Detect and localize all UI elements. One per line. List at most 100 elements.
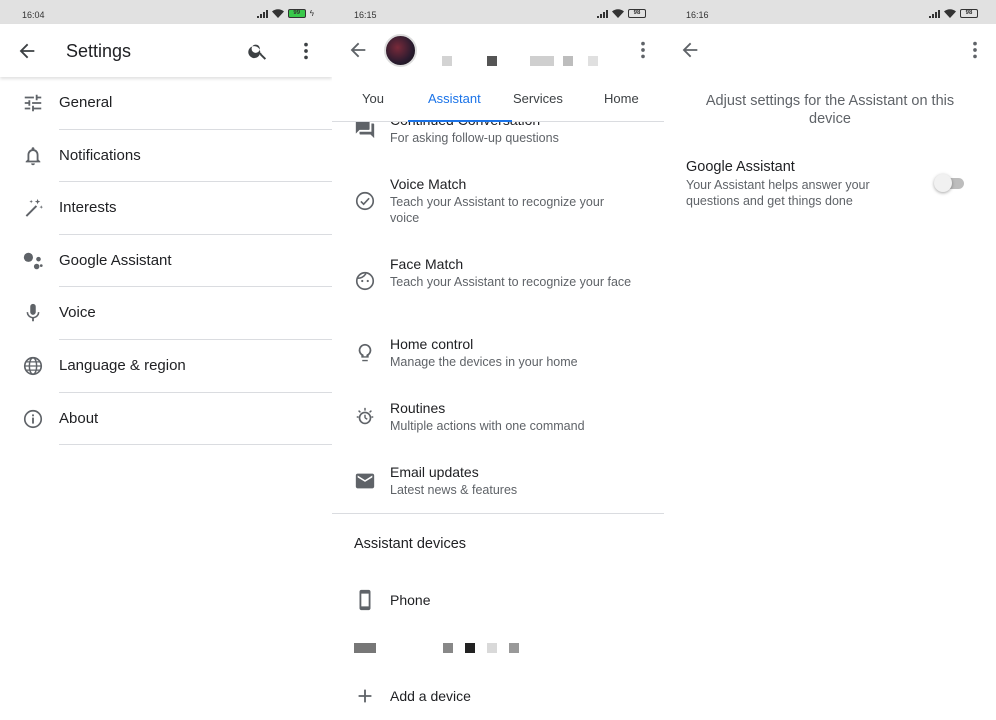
item-subtitle: Latest news & features <box>390 483 518 497</box>
bell-icon <box>22 145 44 167</box>
settings-item-notifications[interactable]: Notifications <box>0 130 332 183</box>
more-vert-icon[interactable] <box>632 39 654 61</box>
divider <box>59 444 332 446</box>
routines-icon <box>354 406 376 428</box>
google-assistant-toggle[interactable] <box>934 174 966 192</box>
settings-item-label: About <box>59 409 99 427</box>
setting-subtitle: Your Assistant helps answer your questio… <box>686 178 870 208</box>
settings-item-about[interactable]: About <box>0 393 332 446</box>
globe-icon <box>22 355 44 377</box>
toggle-thumb <box>934 174 952 192</box>
signal-icon <box>929 9 940 18</box>
settings-item-label: Voice <box>59 304 96 322</box>
item-title: Face Match <box>390 256 464 272</box>
assistant-settings-screen: 16:15 98 You Assistant Services Home For… <box>332 0 664 720</box>
status-time: 16:16 <box>686 10 709 20</box>
settings-item-label: General <box>59 94 113 111</box>
settings-screen: 16:04 99 ϟ Settings General Notification… <box>0 0 332 720</box>
redacted-account-block <box>530 56 554 66</box>
list-item-voice-match[interactable]: Voice Match Teach your Assistant to reco… <box>332 176 664 236</box>
wifi-icon <box>271 9 284 18</box>
lightbulb-icon <box>354 342 376 364</box>
plus-icon <box>354 685 376 707</box>
tab-bar: You Assistant Services Home <box>332 84 664 122</box>
tab-services[interactable]: Services <box>513 91 563 106</box>
redacted-account-block <box>442 56 452 66</box>
settings-item-interests[interactable]: Interests <box>0 182 332 235</box>
back-arrow-icon[interactable] <box>347 39 369 61</box>
device-item-phone[interactable]: Phone <box>332 588 664 618</box>
back-arrow-icon[interactable] <box>16 40 38 62</box>
redacted-device-block <box>354 643 376 653</box>
signal-icon <box>256 9 268 18</box>
magic-wand-icon <box>22 197 44 219</box>
divider <box>332 513 664 514</box>
list-item-routines[interactable]: Routines Multiple actions with one comma… <box>332 400 664 444</box>
item-subtitle: Teach your Assistant to recognize your f… <box>390 275 632 289</box>
signal-icon <box>597 9 608 18</box>
list-item-face-match[interactable]: Face Match Teach your Assistant to recog… <box>332 256 664 316</box>
redacted-device-block <box>509 643 519 653</box>
settings-item-label: Interests <box>59 199 117 217</box>
device-label: Phone <box>390 592 431 608</box>
status-time: 16:04 <box>22 10 45 20</box>
settings-item-language-region[interactable]: Language & region <box>0 340 332 393</box>
setting-title: Google Assistant <box>686 159 795 175</box>
status-bar: 16:16 98 <box>664 0 996 24</box>
page-title: Settings <box>66 41 132 61</box>
charging-icon: ϟ <box>309 9 314 18</box>
wifi-icon <box>612 9 624 18</box>
status-time: 16:15 <box>354 10 377 20</box>
settings-item-label: Notifications <box>59 146 141 164</box>
item-title: Voice Match <box>390 176 467 192</box>
redacted-account-block <box>563 56 573 66</box>
back-arrow-icon[interactable] <box>679 39 701 61</box>
settings-item-general[interactable]: General <box>0 77 332 130</box>
tab-home[interactable]: Home <box>604 91 639 106</box>
active-tab-indicator <box>408 120 512 122</box>
settings-item-voice[interactable]: Voice <box>0 287 332 340</box>
item-title: Routines <box>390 400 446 416</box>
status-bar: 16:04 99 ϟ <box>0 0 332 24</box>
app-bar <box>332 24 664 80</box>
item-subtitle: For asking follow-up questions <box>390 131 559 145</box>
settings-item-google-assistant[interactable]: Google Assistant <box>0 235 332 288</box>
battery-indicator: 99 <box>287 9 306 18</box>
voice-match-icon <box>354 190 376 212</box>
item-title: Home control <box>390 336 474 352</box>
screen-description: Adjust settings for the Assistant on thi… <box>705 93 955 127</box>
account-avatar[interactable] <box>384 34 417 67</box>
add-device-button[interactable]: Add a device <box>332 684 664 714</box>
tab-assistant[interactable]: Assistant <box>428 91 481 106</box>
settings-list: General Notifications Interests Google A… <box>0 77 332 446</box>
more-vert-icon[interactable] <box>964 39 986 61</box>
assistant-icon <box>22 250 44 272</box>
list-item-email-updates[interactable]: Email updates Latest news & features <box>332 464 664 508</box>
more-vert-icon[interactable] <box>295 40 317 62</box>
list-item-home-control[interactable]: Home control Manage the devices in your … <box>332 336 664 380</box>
settings-item-label: Language & region <box>59 356 186 374</box>
redacted-account-block <box>487 56 497 66</box>
item-subtitle: Multiple actions with one command <box>390 419 585 433</box>
app-bar: Settings <box>0 24 332 77</box>
section-title-assistant-devices: Assistant devices <box>354 536 467 552</box>
battery-indicator: 98 <box>960 9 978 18</box>
settings-item-label: Google Assistant <box>59 251 172 269</box>
mail-icon <box>354 470 376 492</box>
status-bar: 16:15 98 <box>332 0 664 24</box>
tune-icon <box>22 92 44 114</box>
redacted-device-block <box>487 643 497 653</box>
add-device-label: Add a device <box>390 688 471 704</box>
redacted-device-block <box>443 643 453 653</box>
redacted-account-block <box>588 56 598 66</box>
face-icon <box>354 270 376 292</box>
tab-you[interactable]: You <box>362 91 384 106</box>
info-icon <box>22 408 44 430</box>
app-bar <box>664 24 996 76</box>
item-subtitle: Manage the devices in your home <box>390 355 578 369</box>
redacted-device-block <box>465 643 475 653</box>
phone-icon <box>354 589 376 611</box>
item-subtitle: Teach your Assistant to recognize your v… <box>390 195 605 225</box>
search-icon[interactable] <box>247 40 269 62</box>
device-assistant-screen: 16:16 98 Adjust settings for the Assista… <box>664 0 996 720</box>
